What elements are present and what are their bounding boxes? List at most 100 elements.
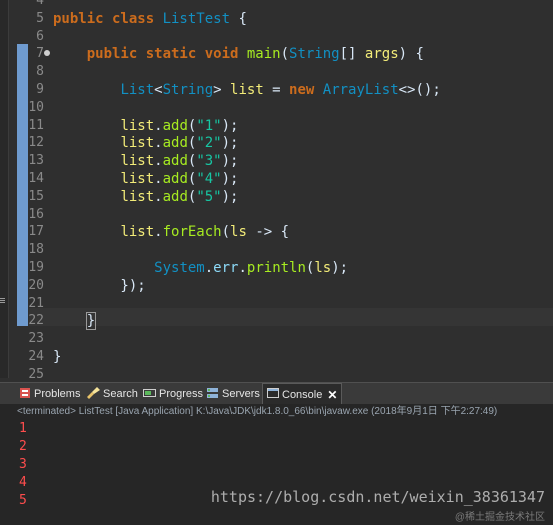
code-token: "3": [196, 153, 222, 170]
code-token: public static void: [53, 46, 247, 63]
code-line[interactable]: 9 List<String> list = new ArrayList<>();: [0, 81, 553, 99]
line-number: 24: [28, 349, 44, 364]
code-editor[interactable]: 4 5 public class ListTest {6 7 public stati…: [0, 0, 553, 378]
line-number: 7: [36, 46, 44, 62]
fold-marker-icon[interactable]: [44, 50, 50, 57]
code-line[interactable]: 8: [0, 63, 553, 81]
code-line[interactable]: 12 list.add("2");: [0, 134, 553, 152]
line-number: 12: [28, 135, 44, 151]
code-token: ListTest: [162, 10, 231, 27]
line-number: 25: [28, 366, 44, 378]
code-token: String: [289, 46, 340, 63]
tab-console[interactable]: Console ✕: [262, 383, 343, 405]
code-text: list.add("5");: [53, 188, 238, 206]
code-line[interactable]: 20 });: [0, 277, 553, 295]
flashlight-icon: [86, 386, 103, 402]
code-line[interactable]: 24}: [0, 348, 553, 366]
code-token: =: [263, 82, 290, 98]
line-number: 4: [36, 0, 44, 8]
code-token: main: [246, 46, 281, 63]
code-line[interactable]: 5 public class ListTest {: [0, 10, 553, 28]
code-line[interactable]: 17 list.forEach(ls -> {: [0, 223, 553, 241]
code-token: forEach: [162, 224, 222, 241]
code-token: {: [230, 10, 247, 27]
code-token: (: [221, 224, 231, 241]
code-token: );: [221, 188, 239, 205]
code-token: );: [221, 171, 239, 187]
code-line[interactable]: 25: [0, 366, 553, 378]
code-token: }: [53, 349, 62, 365]
bottom-panel-tabs: Problems Search Progress Servers Console…: [0, 382, 553, 405]
tab-problems-label: Problems: [34, 388, 81, 400]
line-number: 10: [28, 99, 44, 115]
code-token: "1": [196, 117, 222, 134]
problems-icon: [19, 387, 34, 402]
console-line: 3: [19, 457, 27, 472]
code-line[interactable]: 19 System.err.println(ls);: [0, 259, 553, 277]
code-token: add: [162, 171, 188, 187]
line-number: 15: [28, 188, 44, 204]
code-token: .: [154, 117, 163, 134]
line-number: 23: [28, 331, 44, 347]
code-line[interactable]: 22 }: [0, 312, 553, 331]
code-token: []: [339, 46, 365, 63]
line-number: 21: [28, 295, 44, 311]
code-line[interactable]: 23: [0, 330, 553, 348]
code-token: System: [154, 260, 205, 276]
line-number: 9: [36, 82, 44, 97]
tab-servers[interactable]: Servers: [206, 383, 260, 405]
line-number: 8: [36, 64, 44, 80]
code-token: println: [246, 260, 306, 276]
console-line: 2: [19, 439, 27, 454]
line-number: 14: [28, 171, 44, 186]
code-token: args: [364, 46, 399, 63]
line-number: 20: [28, 277, 44, 293]
code-line[interactable]: 16: [0, 206, 553, 224]
code-text: list.add("4");: [53, 170, 238, 188]
tab-search[interactable]: Search: [86, 383, 138, 405]
code-token: );: [221, 153, 239, 170]
code-line[interactable]: 21: [0, 295, 553, 313]
text-caret: [95, 313, 97, 329]
tab-search-label: Search: [103, 388, 138, 400]
code-text: list.add("3");: [53, 152, 238, 170]
code-token: add: [162, 117, 188, 134]
code-line[interactable]: 15 list.add("5");: [0, 188, 553, 206]
code-line[interactable]: 6: [0, 28, 553, 46]
line-number: 13: [28, 153, 44, 169]
code-token: .: [154, 171, 163, 187]
code-token: -> {: [246, 224, 290, 241]
tab-console-label: Console: [282, 388, 323, 401]
watermark-brand: @稀土掘金技术社区: [454, 512, 545, 523]
code-line[interactable]: 10: [0, 99, 553, 117]
code-token: .: [154, 224, 163, 241]
code-token: list: [120, 171, 155, 187]
line-number: 5: [36, 10, 44, 26]
code-token: ArrayList: [322, 82, 399, 98]
code-text: System.err.println(ls);: [53, 259, 348, 277]
code-line[interactable]: 7 public static void main(String[] args)…: [0, 45, 553, 63]
code-text: }: [53, 348, 61, 366]
progress-icon: [143, 387, 159, 402]
tab-progress[interactable]: Progress: [143, 383, 203, 405]
close-icon[interactable]: ✕: [327, 388, 337, 402]
code-line[interactable]: 18: [0, 241, 553, 259]
code-line[interactable]: 11 list.add("1");: [0, 117, 553, 135]
tab-problems[interactable]: Problems: [19, 383, 80, 405]
code-line[interactable]: 13 list.add("3");: [0, 152, 553, 170]
line-number: 11: [28, 117, 44, 133]
code-token: (: [280, 46, 290, 63]
code-text: list.forEach(ls -> {: [53, 223, 289, 241]
code-line[interactable]: 14 list.add("4");: [0, 170, 553, 188]
code-token: list: [120, 117, 155, 134]
code-token: >: [213, 82, 231, 98]
line-number: 18: [28, 242, 44, 258]
servers-icon: [206, 387, 222, 402]
code-token: new: [289, 82, 323, 98]
code-line[interactable]: 4: [0, 0, 553, 10]
code-token: add: [162, 153, 188, 170]
